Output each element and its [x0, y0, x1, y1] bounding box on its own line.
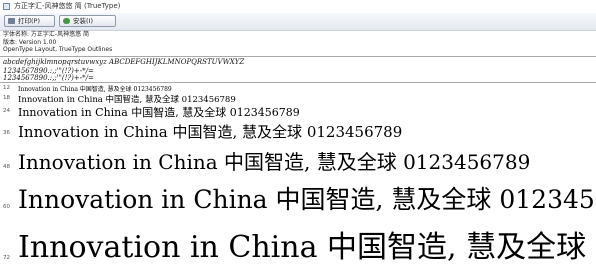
printer-icon — [8, 18, 15, 24]
install-button-label: 安装(I) — [73, 17, 93, 25]
charset-digits-repeat: 1234567890.:,;'"(!?)+-*/= — [3, 74, 94, 82]
sample-text: Innovation in China 中国智造, 慧及全球 012345678… — [18, 86, 172, 93]
font-name-line: 字体名称: 方正字汇-风神悠悠 简 — [3, 31, 90, 38]
sample-size-label: 12 — [3, 85, 10, 91]
sample-text: Innovation in China 中国智造, 慧及全球 012345678… — [18, 185, 596, 214]
sample-size-label: 18 — [3, 95, 10, 101]
sample-size-label: 36 — [3, 130, 10, 136]
sample-text: Innovation in China 中国智造, 慧及全球 012345678… — [18, 106, 300, 119]
title-bar: 方正字汇-风神悠悠 简 (TrueType) — [0, 0, 596, 13]
divider-top — [0, 56, 596, 57]
font-outline-line: OpenType Layout, TrueType Outlines — [3, 46, 113, 54]
sample-size-label: 60 — [3, 204, 10, 210]
font-info: 字体名称: 方正字汇-风神悠悠 简 版本: Version 1.00 OpenT… — [3, 31, 112, 54]
print-button[interactable]: 打印(P) — [4, 15, 55, 27]
toolbar: 打印(P) 安装(I) — [0, 13, 596, 31]
sample-size-label: 48 — [3, 164, 10, 170]
install-shield-icon — [63, 18, 70, 24]
sample-text: Innovation in China 中国智造, 慧及全球 012345678… — [18, 123, 403, 141]
sample-size-label: 24 — [3, 108, 10, 114]
charset-letters: abcdefghijklmnopqrstuvwxyz ABCDEFGHIJKLM… — [3, 58, 245, 66]
sample-size-label: 72 — [3, 255, 10, 261]
font-version-line: 版本: Version 1.00 — [3, 38, 57, 46]
install-button[interactable]: 安装(I) — [59, 15, 116, 27]
divider-samples — [0, 82, 596, 83]
sample-text: Innovation in China 中国智造, 慧及全球 012345678… — [18, 230, 596, 265]
font-file-icon — [3, 3, 10, 10]
window-title: 方正字汇-风神悠悠 简 (TrueType) — [14, 2, 121, 10]
print-button-label: 打印(P) — [18, 17, 40, 25]
sample-text: Innovation in China 中国智造, 慧及全球 012345678… — [18, 150, 531, 174]
